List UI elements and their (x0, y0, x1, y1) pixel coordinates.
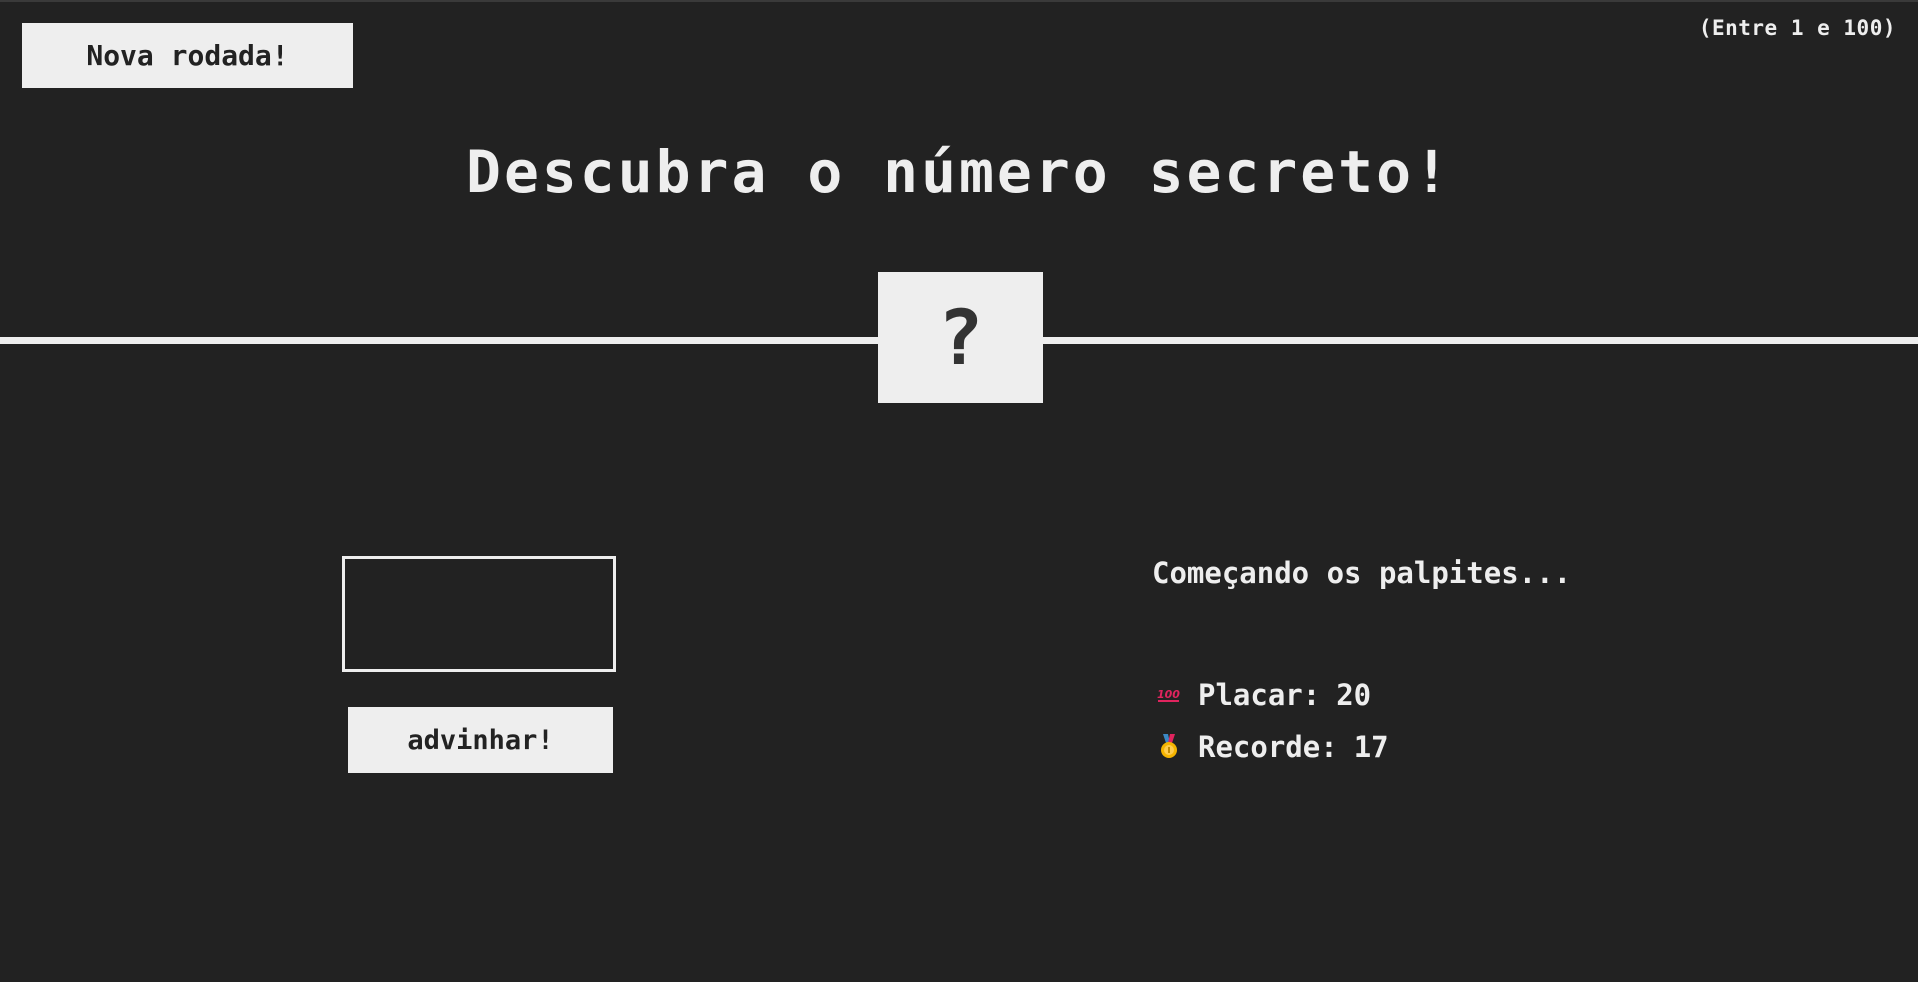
highscore-label: Recorde: (1198, 730, 1338, 764)
highscore-row: Recorde: 17 (1156, 730, 1389, 764)
svg-text:100: 100 (1157, 688, 1180, 701)
top-rule (0, 0, 1918, 2)
guess-button[interactable]: advinhar! (348, 707, 613, 773)
score-value: 20 (1336, 678, 1372, 712)
new-round-button[interactable]: Nova rodada! (22, 23, 353, 88)
secret-number-display: ? (937, 293, 984, 382)
score-label: Placar: (1198, 678, 1321, 712)
page-title: Descubra o número secreto! (466, 138, 1452, 206)
game-page: Nova rodada! (Entre 1 e 100) Descubra o … (0, 0, 1918, 982)
score-row: 100 Placar: 20 (1156, 678, 1371, 712)
medal-icon (1156, 734, 1182, 760)
status-message: Começando os palpites... (1152, 556, 1572, 590)
range-hint: (Entre 1 e 100) (1698, 16, 1896, 40)
secret-number-box: ? (878, 272, 1043, 403)
hundred-points-icon: 100 (1156, 682, 1182, 708)
highscore-value: 17 (1353, 730, 1389, 764)
guess-input[interactable] (342, 556, 616, 672)
